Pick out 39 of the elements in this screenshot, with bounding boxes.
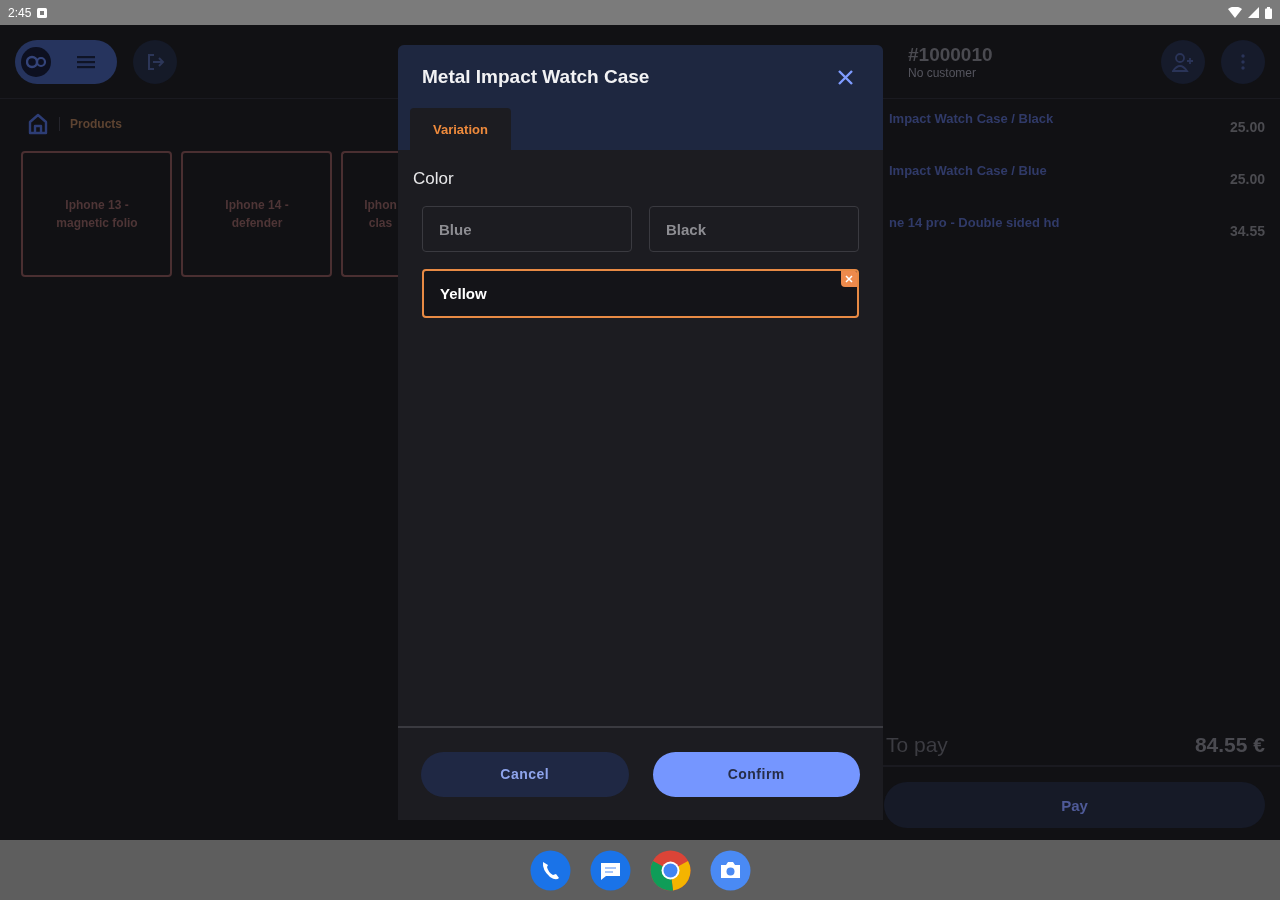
- pay-button[interactable]: Pay: [884, 782, 1265, 828]
- cancel-button[interactable]: Cancel: [421, 751, 629, 797]
- customer-name: No customer: [908, 65, 978, 80]
- battery-icon: [1265, 6, 1272, 19]
- wifi-icon: [1228, 7, 1242, 18]
- browser-icon[interactable]: [649, 849, 691, 891]
- signal-icon: [1248, 7, 1259, 18]
- order-item-price: 25.00: [1229, 118, 1265, 135]
- option-button[interactable]: Yellow: [422, 269, 859, 318]
- close-button[interactable]: [838, 69, 853, 85]
- phone-icon[interactable]: [529, 849, 571, 891]
- camera-icon[interactable]: [709, 849, 751, 891]
- close-icon: [838, 69, 853, 85]
- more-icon: [1241, 53, 1245, 70]
- clock: 2:45: [8, 5, 32, 20]
- attribute-label: Color: [412, 168, 455, 189]
- confirm-button[interactable]: Confirm: [652, 751, 860, 797]
- order-item-name: ne 14 pro - Double sided hd: [889, 214, 1061, 230]
- option-button[interactable]: Black: [649, 206, 859, 252]
- order-number: #1000010: [908, 43, 993, 66]
- order-item-price: 25.00: [1229, 170, 1265, 187]
- option-button[interactable]: Blue: [422, 206, 632, 252]
- logout-icon: [145, 51, 165, 72]
- order-item-price: 34.55: [1229, 222, 1265, 239]
- remove-icon[interactable]: [841, 271, 857, 287]
- product-name: Iphon clas: [363, 197, 398, 232]
- product-name: Iphone 13 - magnetic folio: [55, 197, 139, 232]
- order-item-name: Impact Watch Case / Black: [889, 110, 1055, 126]
- dialog-title: Metal Impact Watch Case: [422, 66, 651, 88]
- add-person-icon: [1172, 51, 1194, 72]
- home-icon[interactable]: [27, 113, 49, 135]
- order-item-name: Impact Watch Case / Blue: [889, 162, 1048, 178]
- product-name: Iphone 14 - defender: [224, 197, 290, 232]
- messages-icon[interactable]: [589, 849, 631, 891]
- notification-icon: [37, 7, 48, 18]
- menu-icon: [77, 54, 95, 69]
- tab[interactable]: Variation: [410, 108, 511, 150]
- total-amount: 84.55 €: [1194, 733, 1265, 757]
- logo-icon: [21, 46, 51, 77]
